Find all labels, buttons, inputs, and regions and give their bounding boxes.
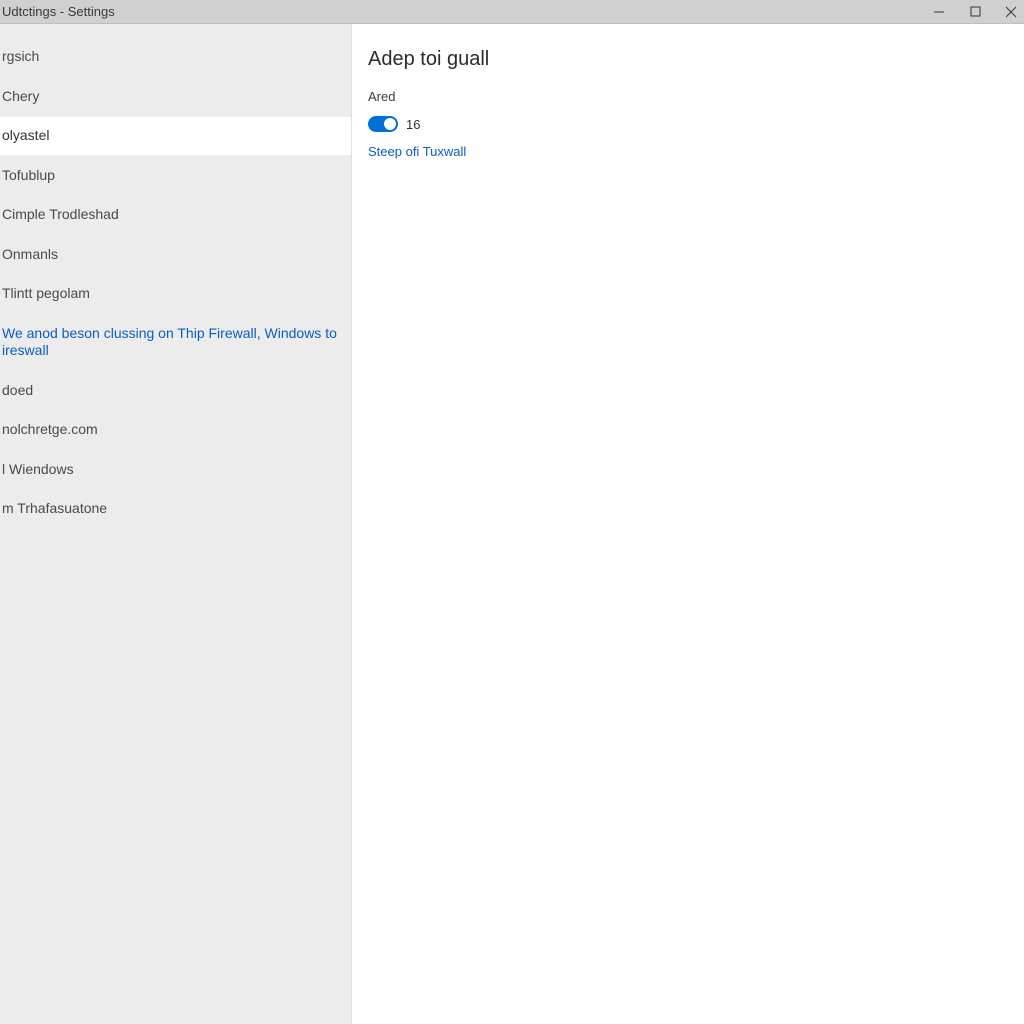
sidebar-item-chery[interactable]: Chery <box>0 78 351 116</box>
content-link[interactable]: Steep ofi Tuxwall <box>368 144 1008 159</box>
toggle-row: 16 <box>368 116 1008 132</box>
sidebar-item-trhafasuatone[interactable]: m Trhafasuatone <box>0 490 351 528</box>
sidebar-item-onmanls[interactable]: Onmanls <box>0 236 351 274</box>
sidebar-item-tofublup[interactable]: Tofublup <box>0 157 351 195</box>
window-title: Udtctings - Settings <box>2 4 115 19</box>
toggle-knob-icon <box>384 118 396 130</box>
page-subtitle: Ared <box>368 89 1008 104</box>
maximize-button[interactable] <box>966 3 984 21</box>
sidebar-item-doed[interactable]: doed <box>0 372 351 410</box>
toggle-label: 16 <box>406 117 420 132</box>
sidebar-item-wiendows[interactable]: l Wiendows <box>0 451 351 489</box>
content-area: Adep toi guall Ared 16 Steep ofi Tuxwall <box>352 24 1024 1024</box>
sidebar-item-firewall-link[interactable]: We anod beson clussing on Thip Firewall,… <box>0 315 351 370</box>
sidebar-item-rgsich[interactable]: rgsich <box>0 38 351 76</box>
feature-toggle[interactable] <box>368 116 398 132</box>
titlebar: Udtctings - Settings <box>0 0 1024 24</box>
page-title: Adep toi guall <box>368 48 1008 71</box>
sidebar-item-nolchretge[interactable]: nolchretge.com <box>0 411 351 449</box>
sidebar: rgsich Chery olyastel Tofublup Cimple Tr… <box>0 24 352 1024</box>
sidebar-item-tlintt-pegolam[interactable]: Tlintt pegolam <box>0 275 351 313</box>
close-button[interactable] <box>1002 3 1020 21</box>
close-icon <box>1005 6 1017 18</box>
body-area: rgsich Chery olyastel Tofublup Cimple Tr… <box>0 24 1024 1024</box>
minimize-icon <box>933 6 945 18</box>
sidebar-item-cimple-trodleshad[interactable]: Cimple Trodleshad <box>0 196 351 234</box>
minimize-button[interactable] <box>930 3 948 21</box>
sidebar-item-olyastel[interactable]: olyastel <box>0 117 351 155</box>
maximize-icon <box>970 6 981 17</box>
window-controls <box>930 0 1020 23</box>
